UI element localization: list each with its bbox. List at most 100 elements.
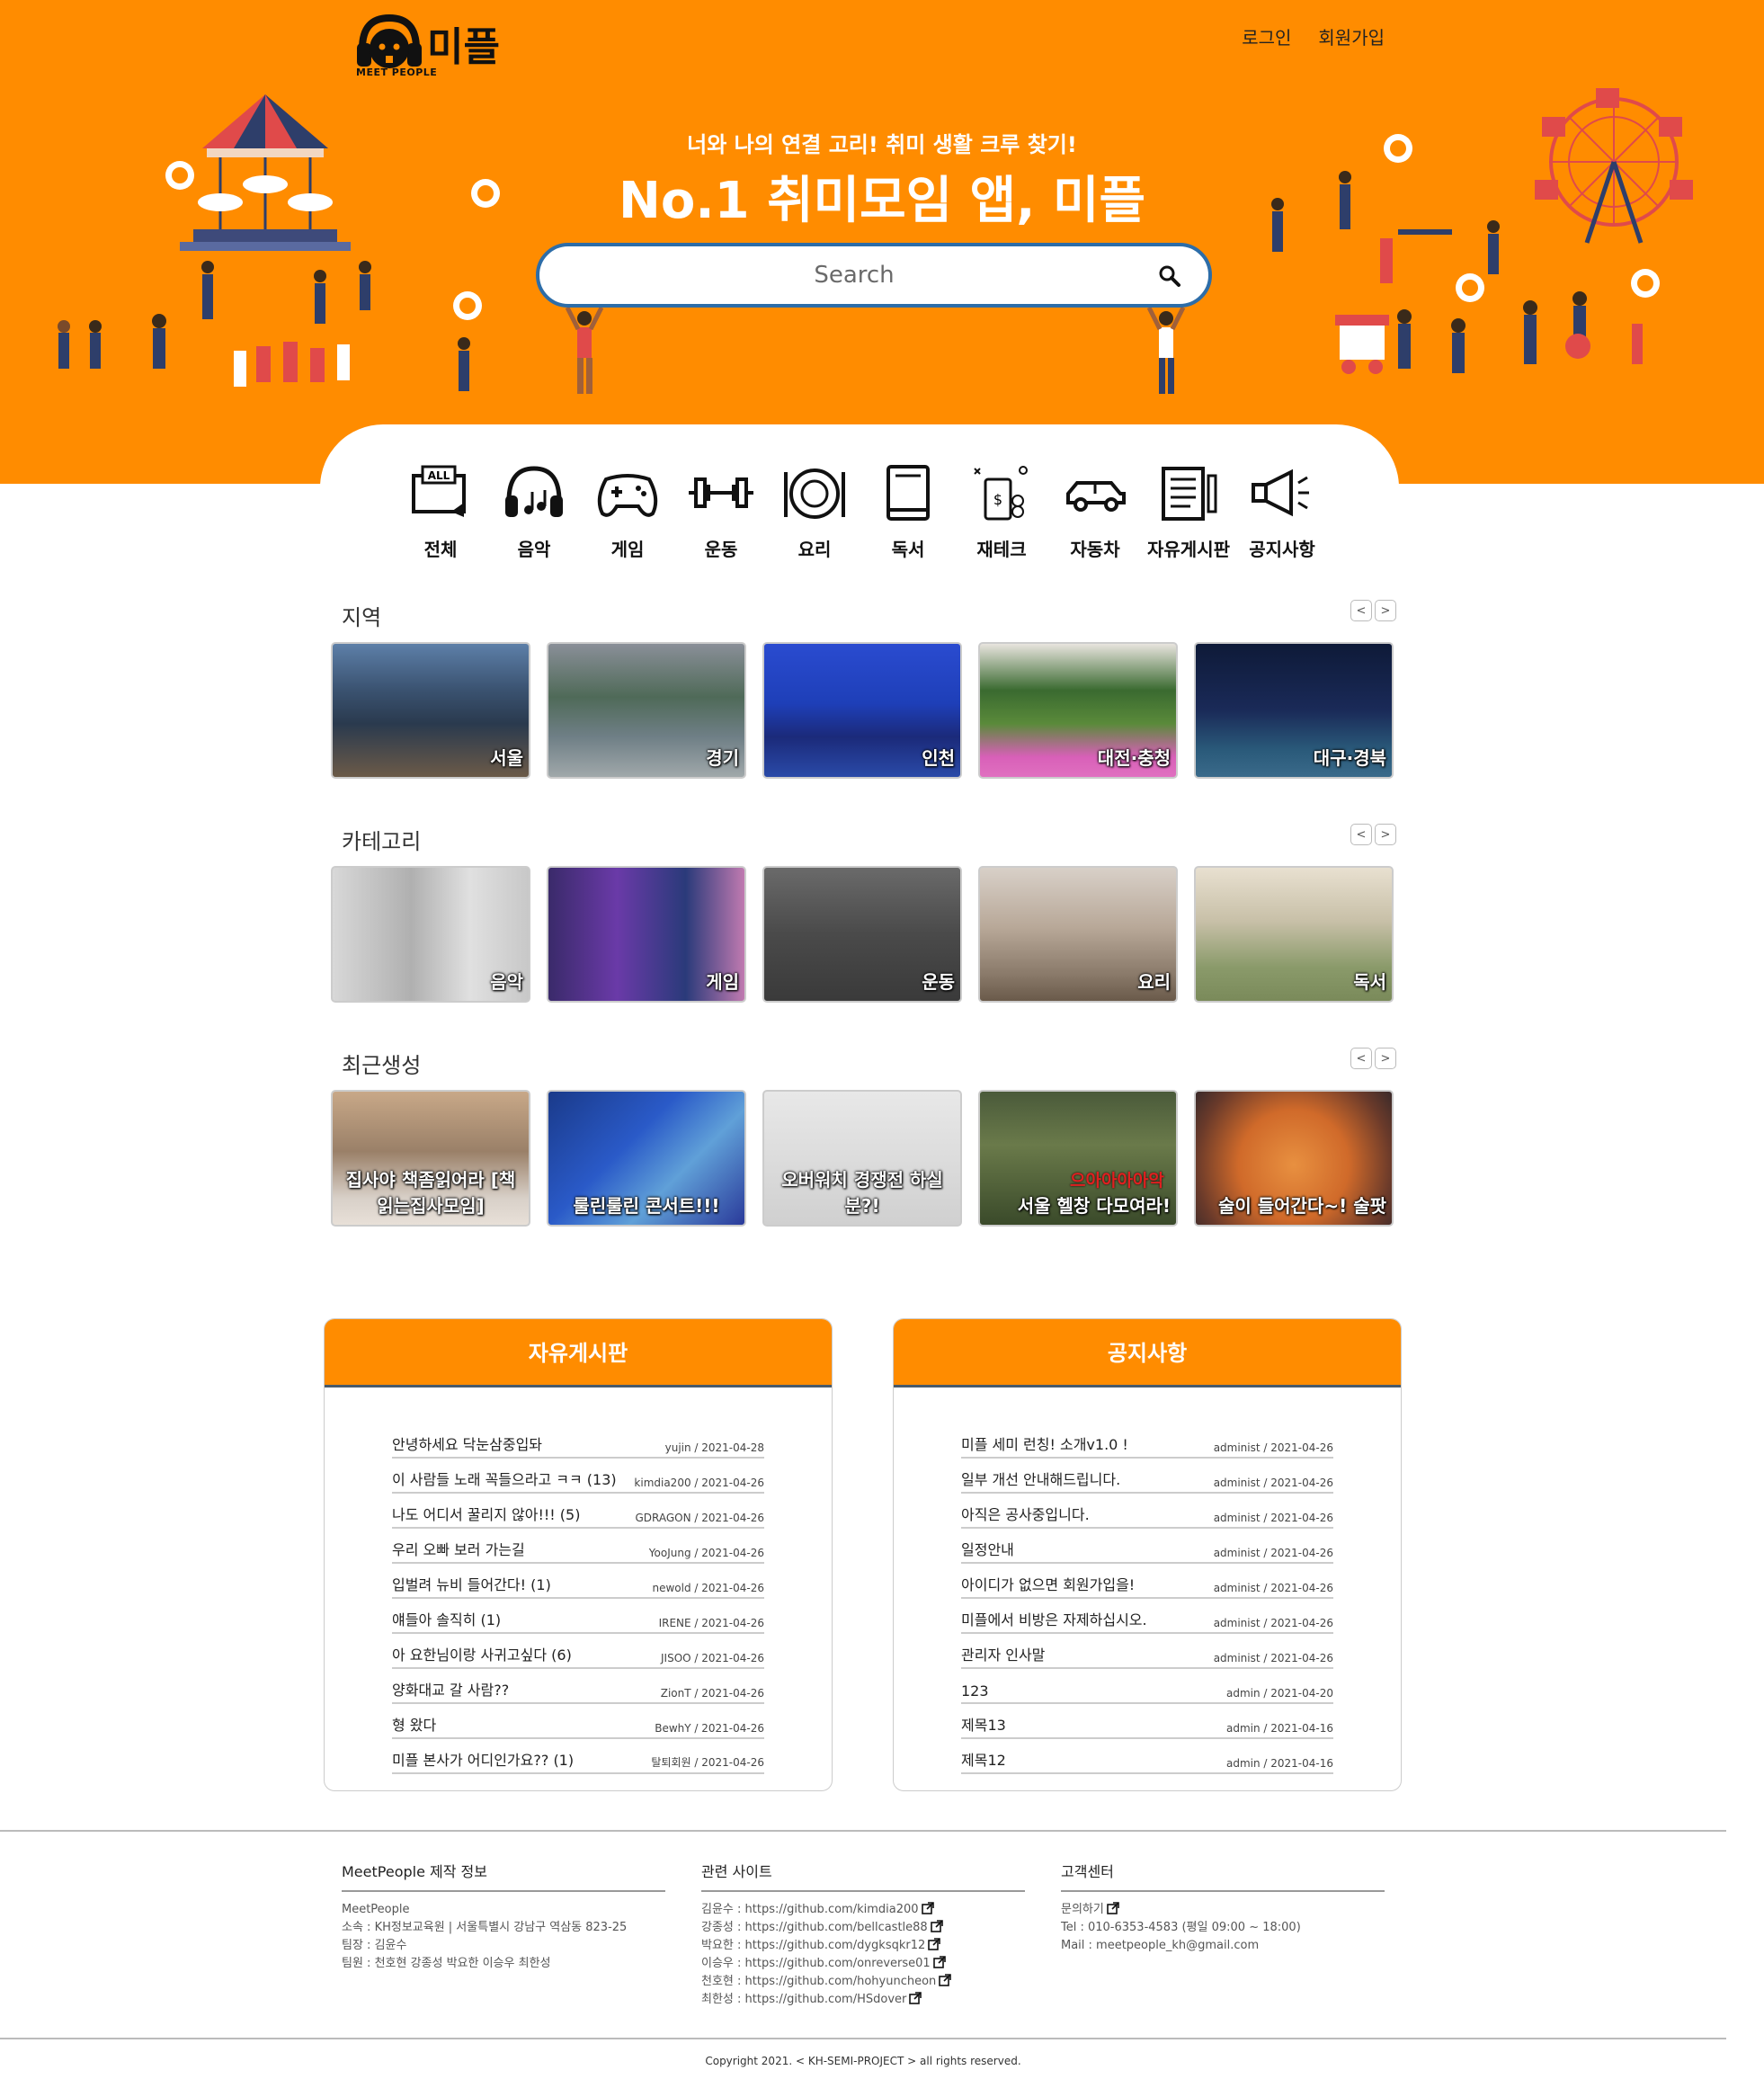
free-board-row[interactable]: 이 사람들 노래 꼭들으라고 ㅋㅋ (13) kimdia200 / 2021-0…	[392, 1459, 764, 1494]
post-title: 입벌려 뉴비 들어간다! (1)	[392, 1576, 551, 1593]
free-board-row[interactable]: 우리 오빠 보러 가는길 YooJung / 2021-04-26	[392, 1529, 764, 1564]
contact-link[interactable]: 문의하기	[1061, 1901, 1385, 1919]
category-card-music[interactable]: 음악	[331, 866, 530, 1003]
footer-link[interactable]: 최한성 : https://github.com/HSdover	[701, 1991, 1025, 2009]
recent-card-overwatch[interactable]: 오버워치 경쟁전 하실분?!	[762, 1090, 962, 1227]
search-icon[interactable]	[1156, 263, 1183, 290]
post-title: 아이디가 없으면 회원가입을!	[961, 1576, 1136, 1593]
category-music[interactable]: 음악	[487, 463, 581, 561]
free-board-row[interactable]: 형 왔다 BewhY / 2021-04-26	[392, 1704, 764, 1739]
logo-text[interactable]: 미플	[427, 14, 500, 72]
notice-board-row[interactable]: 아직은 공사중입니다. administ / 2021-04-26	[961, 1494, 1333, 1529]
footer-link[interactable]: 박요한 : https://github.com/dygksqkr12	[701, 1937, 1025, 1955]
footer-link[interactable]: 천호현 : https://github.com/hohyuncheon	[701, 1973, 1025, 1991]
post-meta: YooJung / 2021-04-26	[648, 1547, 764, 1559]
post-title: 일부 개선 안내해드립니다.	[961, 1471, 1121, 1488]
category-notice[interactable]: 공지사항	[1235, 463, 1329, 561]
next-button[interactable]: >	[1375, 600, 1396, 621]
category-label: 자유게시판	[1147, 539, 1230, 560]
region-card-daejeon[interactable]: 대전·충청	[978, 642, 1178, 779]
notice-board-row[interactable]: 123 admin / 2021-04-20	[961, 1669, 1333, 1704]
external-link-icon	[928, 1938, 941, 1950]
post-title: 나도 어디서 꿀리지 않아!!! (5)	[392, 1506, 581, 1523]
free-board-list: 안녕하세요 닥눈삼중입돠 yujin / 2021-04-28 이 사람들 노래 …	[392, 1423, 764, 1774]
category-free-board[interactable]: 자유게시판	[1142, 463, 1235, 561]
notice-board-row[interactable]: 제목13 admin / 2021-04-16	[961, 1704, 1333, 1739]
region-carousel-arrows: < >	[1350, 600, 1396, 621]
prev-button[interactable]: <	[1350, 824, 1372, 845]
board-icon	[1162, 467, 1217, 521]
notice-board-row[interactable]: 아이디가 없으면 회원가입을! administ / 2021-04-26	[961, 1564, 1333, 1599]
category-label: 운동	[704, 539, 738, 560]
region-card-incheon[interactable]: 인천	[762, 642, 962, 779]
search-input[interactable]	[575, 257, 1133, 293]
category-card-exercise[interactable]: 운동	[762, 866, 962, 1003]
free-board-row[interactable]: 입벌려 뉴비 들어간다! (1) newold / 2021-04-26	[392, 1564, 764, 1599]
top-nav: 로그인 회원가입	[1242, 23, 1385, 49]
signup-link[interactable]: 회원가입	[1318, 23, 1385, 49]
category-card-reading[interactable]: 독서	[1194, 866, 1394, 1003]
recent-card-concert[interactable]: 룰린룰린 콘서트!!!	[547, 1090, 746, 1227]
post-title: 우리 오빠 보러 가는길	[392, 1541, 525, 1558]
footer-link[interactable]: 강종성 : https://github.com/bellcastle88	[701, 1919, 1025, 1937]
notice-board-row[interactable]: 관리자 인사말 administ / 2021-04-26	[961, 1634, 1333, 1669]
category-reading[interactable]: 독서	[861, 463, 955, 561]
recent-card-drinking[interactable]: 술이 들어간다~! 술팟	[1194, 1090, 1394, 1227]
notice-board-row[interactable]: 미플에서 비방은 자제하십시오. administ / 2021-04-26	[961, 1599, 1333, 1634]
footer-links-column: 관련 사이트 김윤수 : https://github.com/kimdia20…	[701, 1860, 1025, 2009]
post-title: 제목12	[961, 1752, 1006, 1769]
free-board-title[interactable]: 자유게시판	[325, 1319, 832, 1388]
notice-board-row[interactable]: 일정안내 administ / 2021-04-26	[961, 1529, 1333, 1564]
free-board-row[interactable]: 양화대교 갈 사람?? ZionT / 2021-04-26	[392, 1669, 764, 1704]
footer-link[interactable]: 이승우 : https://github.com/onreverse01	[701, 1955, 1025, 1973]
gamepad-icon	[597, 474, 658, 517]
post-meta: administ / 2021-04-26	[1213, 1617, 1333, 1629]
next-button[interactable]: >	[1375, 824, 1396, 845]
post-title: 아직은 공사중입니다.	[961, 1506, 1090, 1523]
notice-board-row[interactable]: 제목12 admin / 2021-04-16	[961, 1739, 1333, 1774]
notice-board-row[interactable]: 미플 세미 런칭! 소개v1.0 ! administ / 2021-04-26	[961, 1423, 1333, 1459]
category-all[interactable]: ALL 전체	[394, 463, 487, 561]
category-label: 공지사항	[1249, 539, 1315, 560]
free-board-row[interactable]: 미플 본사가 어디인가요?? (1) 탈퇴회원 / 2021-04-26	[392, 1739, 764, 1774]
footer-link-text: 김윤수 : https://github.com/kimdia200	[701, 1903, 919, 1916]
free-board-row[interactable]: 아 요한님이랑 사귀고싶다 (6) JISOO / 2021-04-26	[392, 1634, 764, 1669]
external-link-icon	[939, 1974, 952, 1986]
card-label: 대전·충청	[1097, 747, 1171, 769]
category-card-cooking[interactable]: 요리	[978, 866, 1178, 1003]
footer-info-line: MeetPeople	[342, 1903, 410, 1916]
person-illustration-left	[565, 306, 604, 394]
post-meta: administ / 2021-04-26	[1213, 1582, 1333, 1594]
post-meta: administ / 2021-04-26	[1213, 1652, 1333, 1664]
external-link-icon	[930, 1920, 943, 1932]
region-card-gyeonggi[interactable]: 경기	[547, 642, 746, 779]
category-cooking[interactable]: 요리	[768, 463, 861, 561]
hero-banner: 미플 MEET PEOPLE 로그인 회원가입 너와 나의 연결 고리! 취미 …	[0, 0, 1764, 484]
hero-edge	[1726, 0, 1764, 477]
recent-card-gym[interactable]: 으아아아아악 서울 헬창 다모여라!	[978, 1090, 1178, 1227]
footer-link-text: 최한성 : https://github.com/HSdover	[701, 1993, 907, 2006]
login-link[interactable]: 로그인	[1242, 23, 1291, 49]
prev-button[interactable]: <	[1350, 600, 1372, 621]
notice-board-title[interactable]: 공지사항	[894, 1319, 1401, 1388]
notice-board-row[interactable]: 일부 개선 안내해드립니다. administ / 2021-04-26	[961, 1459, 1333, 1494]
category-finance[interactable]: $ 재테크	[955, 463, 1048, 561]
category-exercise[interactable]: 운동	[674, 463, 768, 561]
free-board-row[interactable]: 얘들아 솔직히 (1) IRENE / 2021-04-26	[392, 1599, 764, 1634]
free-board-row[interactable]: 나도 어디서 꿀리지 않아!!! (5) GDRAGON / 2021-04-26	[392, 1494, 764, 1529]
region-card-seoul[interactable]: 서울	[331, 642, 530, 779]
next-button[interactable]: >	[1375, 1048, 1396, 1069]
contact-link-text: 문의하기	[1061, 1903, 1104, 1916]
finance-icon: $	[974, 466, 1028, 521]
region-card-daegu[interactable]: 대구·경북	[1194, 642, 1394, 779]
footer-link[interactable]: 김윤수 : https://github.com/kimdia200	[701, 1901, 1025, 1919]
card-label: 요리	[1137, 971, 1171, 993]
footer-support-title: 고객센터	[1061, 1860, 1385, 1892]
category-game[interactable]: 게임	[581, 463, 674, 561]
recent-card-cat-reading[interactable]: 집사야 책좀읽어라 [책읽는집사모임]	[331, 1090, 530, 1227]
category-car[interactable]: 자동차	[1048, 463, 1142, 561]
free-board-row[interactable]: 안녕하세요 닥눈삼중입돠 yujin / 2021-04-28	[392, 1423, 764, 1459]
prev-button[interactable]: <	[1350, 1048, 1372, 1069]
category-card-game[interactable]: 게임	[547, 866, 746, 1003]
category-label: 독서	[891, 539, 925, 560]
